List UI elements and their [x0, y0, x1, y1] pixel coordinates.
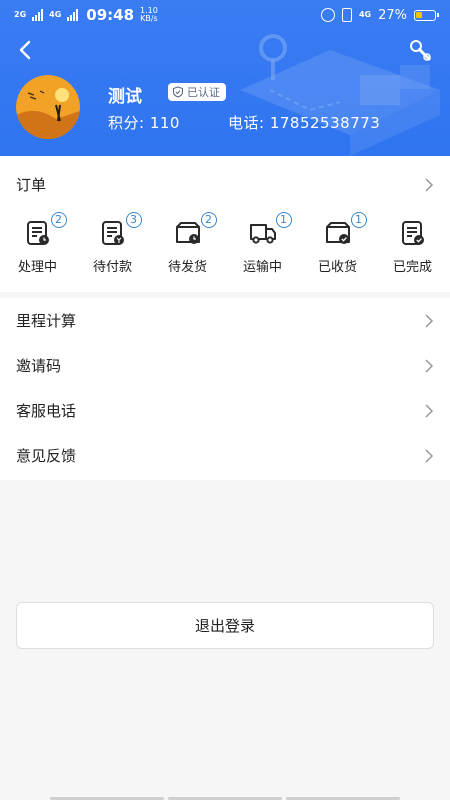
- menu-item-customer-service[interactable]: 客服电话: [0, 388, 450, 433]
- order-status-completed[interactable]: 已完成: [375, 216, 450, 282]
- battery-icon: [414, 9, 439, 21]
- wrench-settings-icon[interactable]: [408, 38, 434, 64]
- pending-payment-icon: [101, 221, 124, 245]
- chevron-right-icon: [425, 358, 434, 373]
- received-box-icon: [325, 222, 350, 244]
- menu-item-invite-code[interactable]: 邀请码: [0, 343, 450, 388]
- network-speed: 1.10 KB/s: [140, 6, 158, 23]
- shield-check-icon: [172, 86, 184, 98]
- back-arrow-icon[interactable]: [14, 38, 38, 62]
- menu-item-label: 邀请码: [16, 357, 62, 375]
- order-count-badge: 2: [50, 212, 67, 228]
- network-type-2: 4G: [49, 10, 62, 19]
- order-status-label: 待付款: [92, 260, 132, 275]
- menu-item-mileage[interactable]: 里程计算: [0, 298, 450, 343]
- verified-badge: 已认证: [168, 83, 226, 101]
- pending-shipment-icon: [175, 222, 200, 244]
- signal-icon-2: [67, 9, 79, 21]
- vibrate-icon: [341, 8, 352, 22]
- profile-header: 2G 4G 09:48 1.10 KB/s 4G 27% 测试 已认证 积分: …: [0, 0, 450, 156]
- order-count-badge: 1: [275, 212, 292, 228]
- points-label: 积分:: [108, 114, 145, 132]
- menu-item-feedback[interactable]: 意见反馈: [0, 433, 450, 478]
- points-value: 110: [149, 114, 180, 132]
- chevron-right-icon: [425, 448, 434, 463]
- menu-item-label: 里程计算: [16, 312, 77, 330]
- order-status-label: 已完成: [392, 260, 432, 275]
- chevron-right-icon: [425, 177, 434, 192]
- points-info: 积分: 110: [108, 112, 180, 133]
- order-processing-icon: [26, 221, 49, 245]
- logout-button[interactable]: 退出登录: [16, 602, 434, 649]
- phone-label: 电话:: [228, 114, 265, 132]
- phone-value: 17852538773: [269, 114, 381, 132]
- order-count-badge: 3: [125, 212, 142, 228]
- chevron-right-icon: [425, 313, 434, 328]
- order-status-label: 运输中: [242, 260, 282, 275]
- username: 测试: [108, 87, 142, 107]
- orders-card: 订单 2 处理中 3 待付款 2 待发货 1 运输中 1 已收货 已完成: [0, 156, 450, 292]
- alarm-icon: [320, 8, 335, 22]
- order-count-badge: 1: [350, 212, 367, 228]
- order-status-processing[interactable]: 2 处理中: [0, 212, 75, 282]
- order-status-label: 待发货: [167, 260, 207, 275]
- clock: 09:48: [86, 6, 135, 24]
- sunset-avatar-icon: [16, 75, 80, 139]
- verified-label: 已认证: [187, 86, 220, 99]
- menu-card: 里程计算 邀请码 客服电话 意见反馈: [0, 298, 450, 480]
- order-status-pending-shipment[interactable]: 2 待发货: [150, 212, 225, 282]
- order-status-received[interactable]: 1 已收货: [300, 212, 375, 282]
- truck-icon: [249, 224, 276, 244]
- order-status-pending-payment[interactable]: 3 待付款: [75, 212, 150, 282]
- order-status-grid: 2 处理中 3 待付款 2 待发货 1 运输中 1 已收货 已完成: [0, 212, 450, 282]
- order-count-badge: 2: [200, 212, 217, 228]
- order-status-label: 已收货: [317, 260, 357, 275]
- order-status-in-transit[interactable]: 1 运输中: [225, 212, 300, 282]
- status-bar: 2G 4G 09:48 1.10 KB/s 4G 27%: [0, 0, 450, 30]
- chevron-right-icon: [425, 403, 434, 418]
- avatar[interactable]: [16, 75, 80, 139]
- orders-title: 订单: [16, 176, 47, 194]
- network-type-1: 2G: [14, 10, 27, 19]
- completed-icon: [401, 221, 424, 245]
- orders-header-row[interactable]: 订单: [0, 162, 450, 207]
- signal-icon: [32, 9, 44, 21]
- menu-item-label: 意见反馈: [16, 447, 77, 465]
- battery-percent: 27%: [378, 7, 407, 23]
- menu-item-label: 客服电话: [16, 402, 77, 420]
- order-status-label: 处理中: [17, 260, 57, 275]
- network-type-3: 4G: [358, 10, 372, 19]
- phone-info: 电话: 17852538773: [228, 112, 380, 133]
